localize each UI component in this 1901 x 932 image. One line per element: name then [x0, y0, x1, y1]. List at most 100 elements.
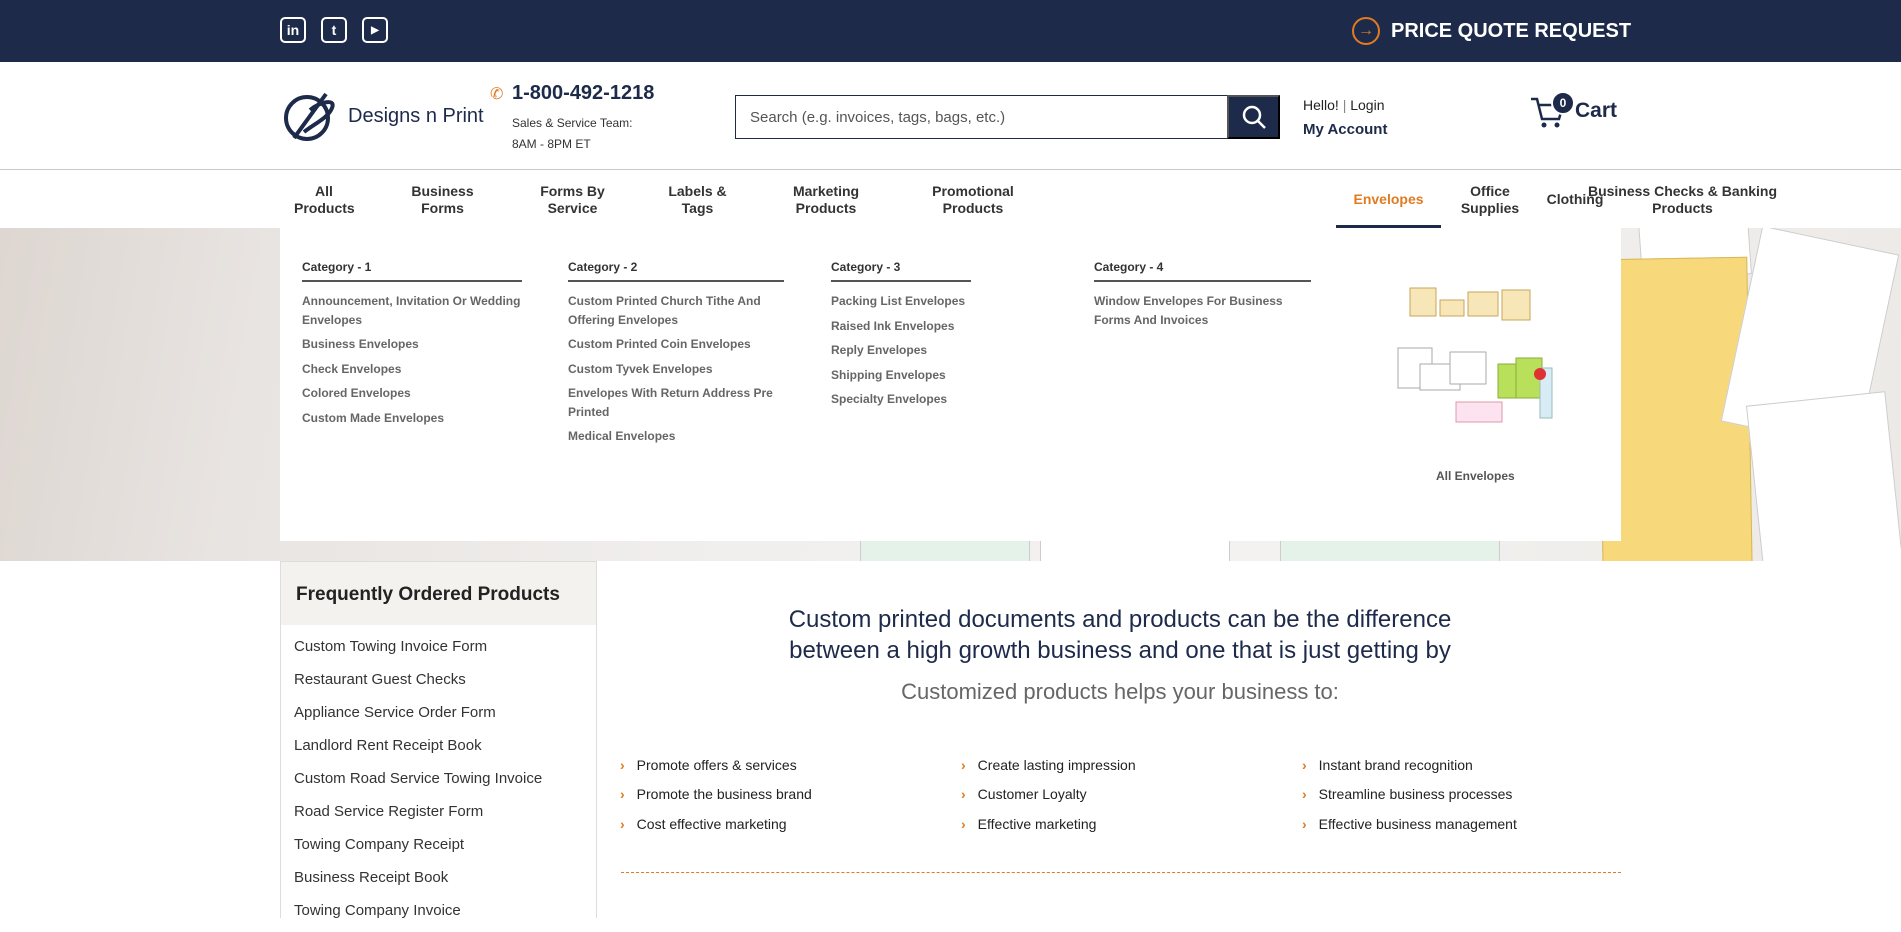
category-1: Category - 1 Announcement, Invitation Or…: [302, 260, 522, 433]
search-input[interactable]: [735, 95, 1228, 139]
benefit-item: › Effective business management: [1302, 816, 1517, 832]
youtube-icon[interactable]: ▶: [362, 17, 388, 43]
category-3: Category - 3 Packing List Envelopes Rais…: [831, 260, 971, 415]
account-block: Hello! | Login My Account: [1303, 97, 1388, 138]
phone-number[interactable]: 1-800-492-1218: [512, 82, 654, 105]
nav-marketing-products[interactable]: Marketing Products: [781, 183, 871, 217]
category-2: Category - 2 Custom Printed Church Tithe…: [568, 260, 784, 452]
nav-label: Products: [942, 200, 1004, 216]
main-heading-line: Custom printed documents and products ca…: [788, 606, 1452, 633]
arrow-right-circle-icon: →: [1352, 17, 1380, 45]
category-link[interactable]: Specialty Envelopes: [831, 390, 971, 409]
benefit-text: Customer Loyalty: [977, 786, 1087, 802]
category-link[interactable]: Envelopes With Return Address Pre Printe…: [568, 384, 784, 421]
envelopes-mega-menu: Category - 1 Announcement, Invitation Or…: [280, 228, 1621, 541]
nav-label: Office: [1470, 183, 1510, 199]
service-hours: Sales & Service Team: 8AM - 8PM ET: [512, 113, 633, 155]
category-link[interactable]: Check Envelopes: [302, 360, 522, 379]
sidebar-item[interactable]: Road Service Register Form: [294, 800, 596, 833]
nav-label: Promotional: [932, 183, 1014, 199]
category-heading: Category - 3: [831, 260, 971, 282]
nav-label: Labels &: [668, 183, 727, 199]
all-envelopes-link[interactable]: All Envelopes: [1436, 469, 1515, 483]
greeting-text: Hello!: [1303, 97, 1339, 113]
sidebar-item[interactable]: Appliance Service Order Form: [294, 701, 596, 734]
chevron-right-icon: ›: [1302, 786, 1307, 802]
benefit-item: › Cost effective marketing: [620, 816, 787, 832]
benefit-item: › Create lasting impression: [961, 757, 1136, 773]
nav-clothing[interactable]: Clothing: [1535, 191, 1615, 208]
benefit-text: Promote the business brand: [636, 786, 812, 802]
phone-icon: ✆: [490, 86, 504, 103]
category-link[interactable]: Raised Ink Envelopes: [831, 317, 971, 336]
nav-label: Forms By: [540, 183, 605, 199]
benefit-text: Streamline business processes: [1318, 786, 1513, 802]
search-button[interactable]: [1227, 95, 1280, 139]
category-link[interactable]: Announcement, Invitation Or Wedding Enve…: [302, 292, 522, 329]
site-header: Designs n Print ✆ 1-800-492-1218 Sales &…: [0, 62, 1901, 170]
cart-button[interactable]: 0 Cart: [1529, 91, 1618, 129]
nav-forms-by-service[interactable]: Forms By Service: [530, 183, 615, 217]
nav-label: Products: [294, 200, 355, 216]
category-link[interactable]: Custom Printed Church Tithe And Offering…: [568, 292, 784, 329]
chevron-right-icon: ›: [620, 786, 625, 802]
benefit-text: Effective marketing: [977, 816, 1097, 832]
category-heading: Category - 2: [568, 260, 784, 282]
category-4: Category - 4 Window Envelopes For Busine…: [1094, 260, 1311, 335]
nav-label: Products: [1652, 200, 1713, 216]
category-link[interactable]: Custom Tyvek Envelopes: [568, 360, 784, 379]
chevron-right-icon: ›: [620, 757, 625, 773]
nav-label: All: [315, 183, 333, 199]
nav-business-forms[interactable]: Business Forms: [400, 183, 485, 217]
benefit-item: › Promote the business brand: [620, 786, 812, 802]
category-link[interactable]: Shipping Envelopes: [831, 366, 971, 385]
login-link[interactable]: Login: [1350, 97, 1384, 113]
cart-label: Cart: [1575, 99, 1618, 122]
nav-label: Business: [411, 183, 474, 199]
category-link[interactable]: Custom Printed Coin Envelopes: [568, 335, 784, 354]
sidebar-item[interactable]: Business Receipt Book: [294, 866, 596, 899]
benefit-item: › Streamline business processes: [1302, 786, 1512, 802]
site-logo[interactable]: Designs n Print: [280, 88, 484, 144]
category-link[interactable]: Business Envelopes: [302, 335, 522, 354]
benefit-text: Cost effective marketing: [636, 816, 787, 832]
nav-label: Supplies: [1460, 200, 1520, 216]
nav-envelopes[interactable]: Envelopes: [1336, 191, 1441, 208]
sidebar-item[interactable]: Towing Company Receipt: [294, 833, 596, 866]
my-account-link[interactable]: My Account: [1303, 121, 1387, 138]
nav-label: Forms: [421, 200, 464, 216]
linkedin-icon[interactable]: in: [280, 17, 306, 43]
chevron-right-icon: ›: [961, 786, 966, 802]
sidebar-item[interactable]: Custom Towing Invoice Form: [294, 635, 596, 668]
chevron-right-icon: ›: [620, 816, 625, 832]
nav-office-supplies[interactable]: Office Supplies: [1445, 183, 1535, 217]
main-subheading: Customized products helps your business …: [901, 679, 1339, 704]
category-link[interactable]: Colored Envelopes: [302, 384, 522, 403]
service-team-label: Sales & Service Team:: [512, 116, 633, 130]
nav-all-products[interactable]: All Products: [294, 183, 355, 217]
sidebar-item[interactable]: Restaurant Guest Checks: [294, 668, 596, 701]
sidebar-item[interactable]: Towing Company Invoice: [294, 899, 596, 932]
nav-label: Service: [547, 200, 598, 216]
category-link[interactable]: Window Envelopes For Business Forms And …: [1094, 292, 1311, 329]
benefit-text: Create lasting impression: [977, 757, 1136, 773]
section-divider: [621, 872, 1621, 873]
nav-promotional-products[interactable]: Promotional Products: [923, 183, 1023, 217]
chevron-right-icon: ›: [961, 816, 966, 832]
category-link[interactable]: Custom Made Envelopes: [302, 409, 522, 428]
price-quote-request-link[interactable]: → PRICE QUOTE REQUEST: [1352, 17, 1631, 45]
main-heading: Custom printed documents and products ca…: [720, 604, 1520, 666]
cart-count-badge: 0: [1551, 91, 1575, 115]
twitter-icon[interactable]: t: [321, 17, 347, 43]
benefit-item: › Promote offers & services: [620, 757, 797, 773]
envelopes-image: [1397, 287, 1553, 423]
category-link[interactable]: Packing List Envelopes: [831, 292, 971, 311]
category-link[interactable]: Medical Envelopes: [568, 427, 784, 446]
category-link[interactable]: Reply Envelopes: [831, 341, 971, 360]
service-hours-label: 8AM - 8PM ET: [512, 137, 591, 151]
nav-labels-tags[interactable]: Labels & Tags: [655, 183, 740, 217]
sidebar-item[interactable]: Custom Road Service Towing Invoice: [294, 767, 596, 800]
chevron-right-icon: ›: [961, 757, 966, 773]
sidebar-item[interactable]: Landlord Rent Receipt Book: [294, 734, 596, 767]
inspection-form-illustration: [1745, 391, 1901, 561]
